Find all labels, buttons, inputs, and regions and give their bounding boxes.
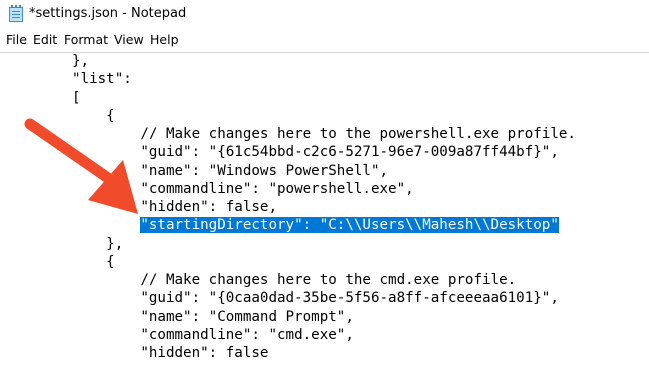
arrow-icon bbox=[24, 118, 138, 214]
red-arrow-annotation bbox=[24, 118, 138, 214]
